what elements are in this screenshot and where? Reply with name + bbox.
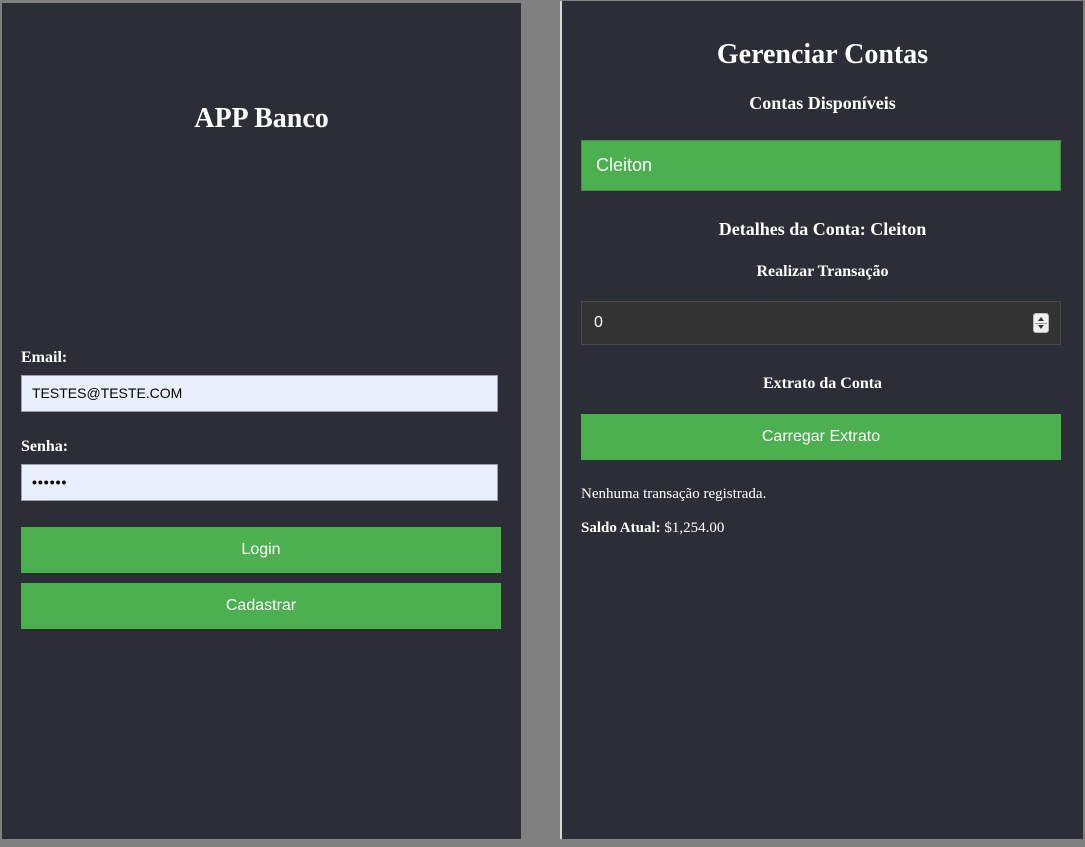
email-label: Email:	[21, 349, 68, 366]
account-management-panel: Gerenciar Contas Contas Disponíveis Clei…	[560, 1, 1083, 839]
app-title: APP Banco	[194, 103, 329, 134]
spinner-down-icon[interactable]	[1038, 325, 1044, 329]
password-field[interactable]: ••••••	[21, 464, 498, 501]
account-details-heading: Detalhes da Conta: Cleiton	[718, 219, 927, 239]
signup-button[interactable]: Cadastrar	[21, 583, 501, 629]
account-list-item[interactable]: Cleiton	[581, 140, 1061, 191]
transaction-heading: Realizar Transação	[756, 263, 889, 280]
page-title: Gerenciar Contas	[716, 39, 929, 70]
email-field[interactable]: TESTES@TESTE.COM	[21, 375, 498, 412]
login-button[interactable]: Login	[21, 527, 501, 573]
accounts-heading: Contas Disponíveis	[749, 93, 896, 113]
login-panel: APP Banco Email: TESTES@TESTE.COM Senha:…	[2, 3, 521, 839]
balance-value: $1,254.00	[664, 520, 725, 536]
amount-value: 0	[594, 314, 603, 331]
password-label: Senha:	[21, 438, 69, 455]
spinner-up-icon[interactable]	[1038, 317, 1044, 321]
statement-heading: Extrato da Conta	[762, 375, 883, 392]
spinner-divider	[1035, 323, 1047, 324]
balance-line: Saldo Atual: $1,254.00	[581, 520, 724, 537]
number-spinner-icon[interactable]	[1033, 313, 1049, 333]
amount-number-input[interactable]: 0	[581, 301, 1061, 345]
load-statement-button[interactable]: Carregar Extrato	[581, 414, 1061, 460]
balance-label: Saldo Atual:	[581, 520, 661, 536]
empty-transactions-message: Nenhuma transação registrada.	[581, 486, 767, 502]
